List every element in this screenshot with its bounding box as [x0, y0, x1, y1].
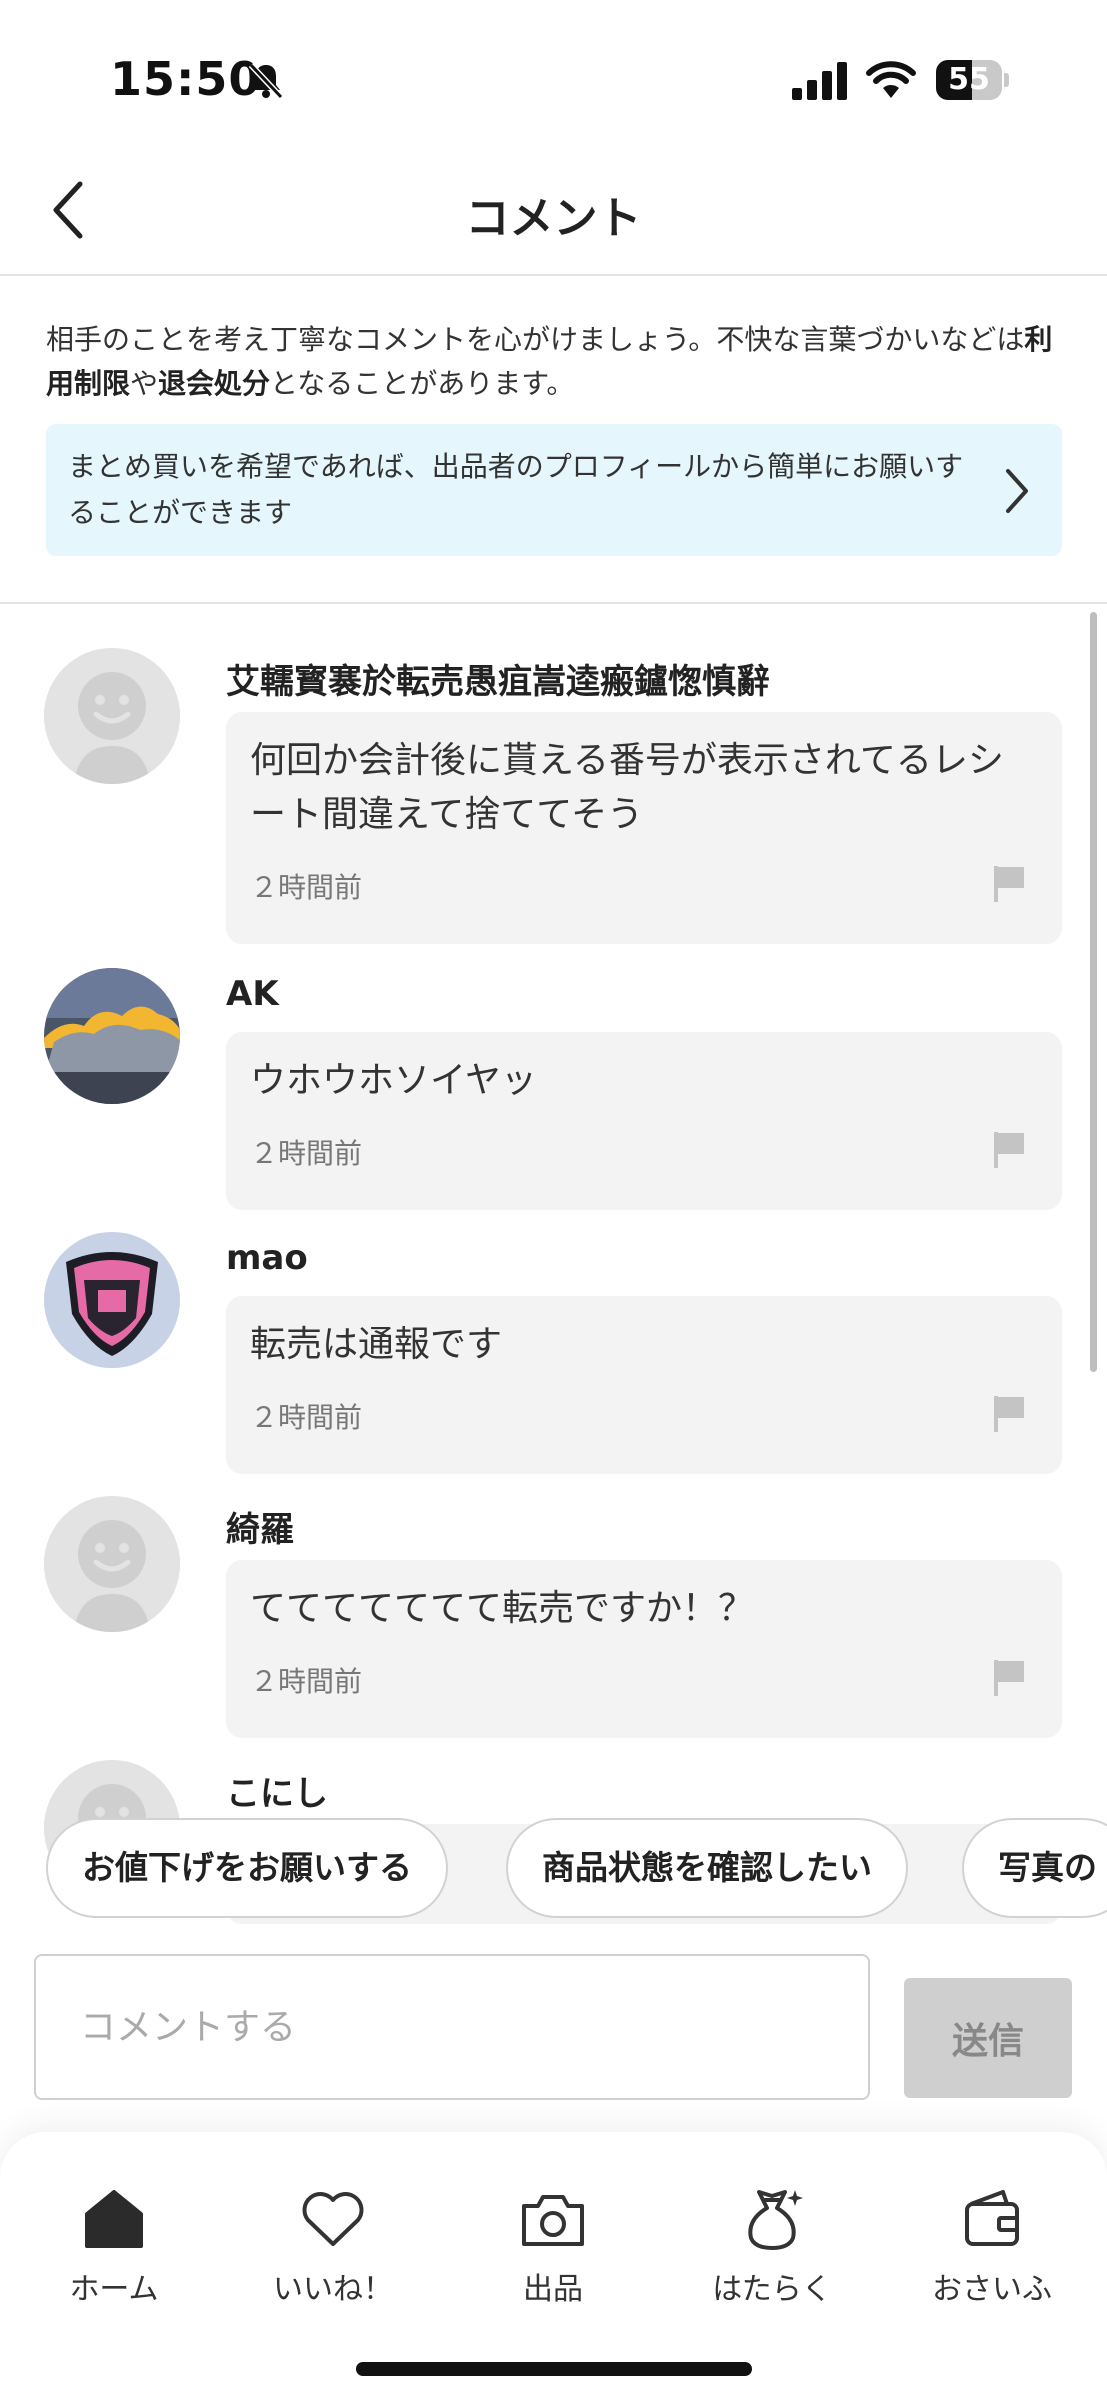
flag-icon[interactable]: [992, 1394, 1026, 1434]
nav-label: おさいふ: [932, 2272, 1052, 2307]
flag-icon[interactable]: [992, 864, 1026, 904]
heart-icon: [302, 2192, 364, 2246]
comment-bubble: ウホウホソイヤッ ２時間前: [226, 1032, 1062, 1210]
default-avatar-icon[interactable]: [44, 648, 180, 784]
flag-icon[interactable]: [992, 1130, 1026, 1170]
comment-time: ２時間前: [250, 871, 363, 904]
camera-icon: [522, 2195, 584, 2246]
money-bag-icon: [748, 2190, 803, 2250]
quick-reply-chip-photo[interactable]: 写真の: [962, 1818, 1107, 1918]
quick-reply-chip-condition[interactable]: 商品状態を確認したい: [506, 1818, 908, 1918]
nav-item-wallet[interactable]: おさいふ: [892, 2184, 1092, 2324]
signal-icon: [792, 62, 847, 100]
bottom-nav: ホーム いいね！ 出品 はたらく おさいふ: [0, 2132, 1107, 2400]
comment-text: 転売は通報です: [250, 1324, 503, 1365]
comment-username[interactable]: こにし: [226, 1766, 328, 1815]
home-icon: [85, 2190, 143, 2248]
battery-level: 55: [948, 62, 990, 97]
nav-label: はたらく: [712, 2272, 832, 2307]
sky-photo-avatar[interactable]: [44, 968, 180, 1104]
status-bar: 15:50 55: [0, 0, 1107, 150]
quick-reply-chip-price[interactable]: お値下げをお願いする: [46, 1818, 448, 1918]
header: コメント: [0, 150, 1107, 276]
comment-username[interactable]: mao: [226, 1238, 308, 1278]
home-indicator: [356, 2362, 752, 2376]
page-title: コメント: [465, 193, 642, 244]
comment-username[interactable]: 艾轜寳褰於転売愚疽嵩逵瘢鑪愡慎辭: [226, 654, 770, 703]
comment-list[interactable]: 艾轜寳褰於転売愚疽嵩逵瘢鑪愡慎辭 何回か会計後に貰える番号が表示されてるレシート…: [0, 604, 1107, 1924]
comment-username[interactable]: 綺羅: [226, 1502, 294, 1551]
comment-text: ててててててて転売ですか！？: [250, 1588, 755, 1629]
wifi-icon: [866, 61, 916, 98]
comment-input[interactable]: [34, 1954, 870, 2100]
bulk-buy-banner[interactable]: まとめ買いを希望であれば、出品者のプロフィールから簡単にお願いすることができます: [46, 424, 1062, 556]
nav-label: 出品: [523, 2272, 583, 2307]
comment-time: ２時間前: [250, 1137, 363, 1170]
notice-text: や: [130, 367, 159, 400]
comment-username[interactable]: AK: [226, 974, 279, 1014]
comment-time: ２時間前: [250, 1665, 363, 1698]
notice-bold-withdrawal: 退会処分: [158, 367, 271, 400]
comment-text: 何回か会計後に貰える番号が表示されてるレシート間違えて捨ててそう: [250, 740, 1004, 835]
comment-time: ２時間前: [250, 1401, 363, 1434]
default-avatar-icon[interactable]: [44, 1496, 180, 1632]
nav-item-home[interactable]: ホーム: [14, 2184, 214, 2324]
comment-bubble: ててててててて転売ですか！？ ２時間前: [226, 1560, 1062, 1738]
comment-text: ウホウホソイヤッ: [250, 1060, 537, 1101]
battery-icon: 55: [936, 60, 1009, 100]
nav-item-likes[interactable]: いいね！: [233, 2184, 433, 2324]
nav-item-work[interactable]: はたらく: [672, 2184, 872, 2324]
send-button[interactable]: 送信: [904, 1978, 1072, 2098]
pink-emblem-avatar[interactable]: [44, 1232, 180, 1368]
scrollbar[interactable]: [1090, 612, 1097, 1372]
status-time: 15:50: [110, 52, 262, 106]
wallet-icon: [965, 2190, 1019, 2246]
bulk-buy-banner-text: まとめ買いを希望であれば、出品者のプロフィールから簡単にお願いすることができます: [68, 450, 964, 529]
quick-reply-chips: お値下げをお願いする 商品状態を確認したい 写真の: [0, 1818, 1107, 1922]
nav-item-sell[interactable]: 出品: [453, 2184, 653, 2324]
chevron-right-icon: [1006, 469, 1028, 513]
nav-label: いいね！: [273, 2272, 393, 2307]
nav-label: ホーム: [69, 2272, 159, 2307]
flag-icon[interactable]: [992, 1658, 1026, 1698]
guideline-notice: 相手のことを考え丁寧なコメントを心がけましょう。不快な言葉づかいなどは利用制限や…: [46, 318, 1066, 406]
comment-bubble: 何回か会計後に貰える番号が表示されてるレシート間違えて捨ててそう ２時間前: [226, 712, 1062, 944]
comment-bubble: 転売は通報です ２時間前: [226, 1296, 1062, 1474]
bell-slash-icon: [248, 62, 284, 100]
notice-text: となることがあります。: [270, 367, 575, 400]
notice-text: 相手のことを考え丁寧なコメントを心がけましょう。不快な言葉づかいなどは: [46, 323, 1025, 356]
